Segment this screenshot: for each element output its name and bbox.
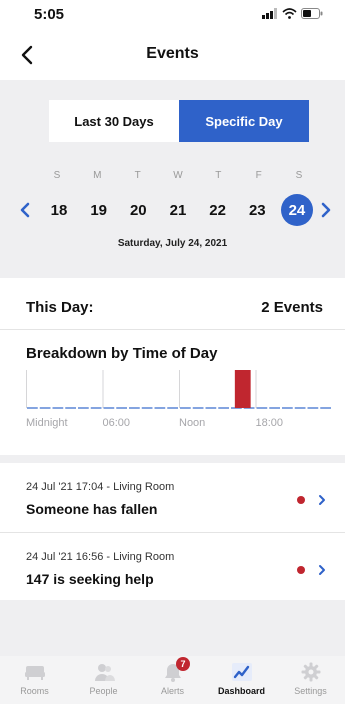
weekday-label: S xyxy=(53,170,61,181)
weekday-label: M xyxy=(93,170,102,181)
status-bar: 5:05 xyxy=(0,0,345,30)
day-button[interactable]: 20 xyxy=(122,194,154,226)
previous-week-button[interactable] xyxy=(14,196,36,224)
chevron-right-icon xyxy=(319,495,325,505)
tab-bar: Rooms People 7 Alerts Dashboard Settings xyxy=(0,656,345,704)
tab-people[interactable]: People xyxy=(69,656,138,704)
day-button-selected[interactable]: 24 xyxy=(280,194,313,226)
segment-last-30-days[interactable]: Last 30 Days xyxy=(49,100,179,142)
range-segmented-control: Last 30 Days Specific Day xyxy=(49,100,309,142)
day-summary-row: This Day: 2 Events xyxy=(0,286,345,330)
weekday-label: T xyxy=(134,170,141,181)
next-week-button[interactable] xyxy=(315,196,337,224)
selected-date-label: Saturday, July 24, 2021 xyxy=(117,238,228,249)
tab-label: Dashboard xyxy=(217,686,265,696)
event-count: 2 Events xyxy=(261,299,323,316)
gear-icon xyxy=(300,662,322,682)
nav-bar: Events xyxy=(0,30,345,80)
tick-label: 06:00 xyxy=(103,417,131,429)
wifi-icon xyxy=(282,8,297,19)
event-open-button[interactable] xyxy=(313,561,331,579)
status-time: 5:05 xyxy=(34,6,65,23)
tab-alerts[interactable]: 7 Alerts xyxy=(138,656,207,704)
weekday-label: F xyxy=(255,170,262,181)
day-strip: 18 19 20 21 22 23 24 xyxy=(43,194,313,226)
chevron-right-icon xyxy=(321,202,331,218)
tab-settings[interactable]: Settings xyxy=(276,656,345,704)
date-picker-panel: Last 30 Days Specific Day S M T W T F S … xyxy=(0,80,345,278)
page-title: Events xyxy=(146,45,199,62)
event-meta: 24 Jul '21 17:04 - Living Room xyxy=(26,481,175,493)
day-button[interactable]: 18 xyxy=(43,194,75,226)
alert-dot xyxy=(297,566,305,574)
day-button[interactable]: 19 xyxy=(83,194,115,226)
section-divider xyxy=(0,455,345,463)
chart-icon xyxy=(231,662,253,682)
event-description: Someone has fallen xyxy=(26,501,158,517)
time-of-day-chart: Midnight 06:00 Noon 18:00 xyxy=(26,370,331,429)
event-row[interactable]: 24 Jul '21 16:56 - Living Room 147 is se… xyxy=(0,533,345,603)
chevron-left-icon xyxy=(20,202,30,218)
people-icon xyxy=(93,662,115,682)
tick-label: 18:00 xyxy=(256,417,284,429)
chevron-right-icon xyxy=(319,565,325,575)
battery-icon xyxy=(301,8,323,19)
tab-label: Alerts xyxy=(160,686,184,696)
weekday-label: S xyxy=(295,170,303,181)
breakdown-title: Breakdown by Time of Day xyxy=(26,345,218,362)
alert-dot xyxy=(297,496,305,504)
tab-label: Settings xyxy=(294,686,327,696)
day-button[interactable]: 21 xyxy=(162,194,194,226)
tick-label: Midnight xyxy=(26,417,68,429)
weekday-header: S M T W T F S xyxy=(43,170,313,181)
tick-label: Noon xyxy=(179,417,205,429)
couch-icon xyxy=(24,662,46,682)
empty-area xyxy=(0,600,345,656)
event-row[interactable]: 24 Jul '21 17:04 - Living Room Someone h… xyxy=(0,463,345,533)
event-meta: 24 Jul '21 16:56 - Living Room xyxy=(26,551,175,563)
tab-label: People xyxy=(89,686,118,696)
event-bar xyxy=(236,370,251,408)
tab-dashboard[interactable]: Dashboard xyxy=(207,656,276,704)
day-button[interactable]: 22 xyxy=(202,194,234,226)
tab-label: Rooms xyxy=(20,686,49,696)
weekday-label: W xyxy=(173,170,183,181)
event-open-button[interactable] xyxy=(313,491,331,509)
alert-count-badge: 7 xyxy=(176,657,190,671)
signal-icon xyxy=(262,8,277,19)
segment-specific-day[interactable]: Specific Day xyxy=(179,100,309,142)
status-icons xyxy=(262,8,323,19)
weekday-label: T xyxy=(215,170,222,181)
event-description: 147 is seeking help xyxy=(26,571,154,587)
tab-rooms[interactable]: Rooms xyxy=(0,656,69,704)
day-button[interactable]: 23 xyxy=(241,194,273,226)
summary-label: This Day: xyxy=(26,299,94,316)
